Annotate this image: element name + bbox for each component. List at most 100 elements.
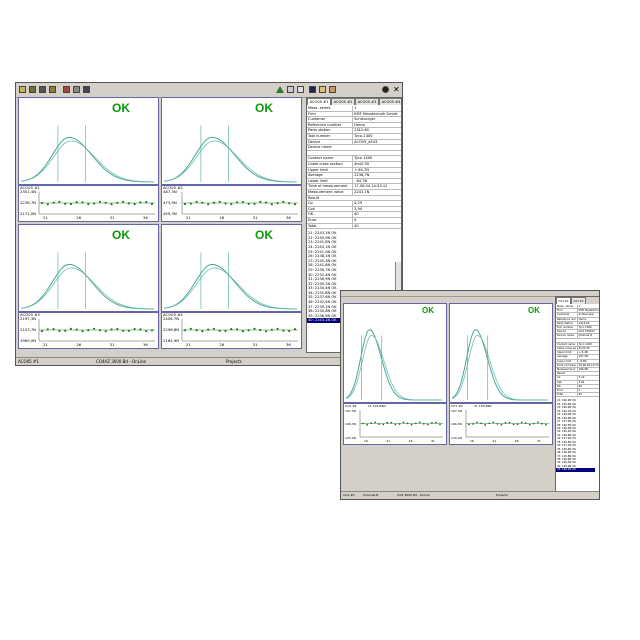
open-icon[interactable] [19,86,26,93]
trend-point [293,203,297,206]
trend-point [282,200,285,203]
trend-point [422,423,425,425]
trend-point [288,202,291,205]
trend-chart [181,319,298,342]
trend-point [110,328,113,331]
save-icon[interactable] [29,86,36,93]
lock-icon[interactable] [287,86,294,93]
trend-point [532,422,535,425]
status-projects: Projects [496,493,508,497]
trend-point [189,327,192,330]
trend-point [116,327,119,331]
trend-point [253,327,256,330]
trend-panel[interactable]: ACO05 #1 2301,4N 2236,7N 2172,0N 21 26 31 36 [18,185,159,222]
distribution-chart [345,328,442,401]
list-item[interactable]: 41: 196,2N OK [556,468,595,472]
close-icon[interactable]: ✕ [393,86,400,94]
property-key: Total [557,393,564,397]
trend-point [218,200,221,203]
distribution-curve-upper [20,136,155,183]
trend-panel[interactable]: ACO05 #4 2406,7N 2296,8N 2184,9N 21 26 31 36 [161,312,302,349]
trend-point [288,329,291,333]
status-connection: CO4AZ 3600 Bd - OnLine [96,359,146,364]
trend-point [545,423,547,426]
trend-point [270,328,273,331]
trend-point [150,329,154,332]
trend-point [110,203,113,206]
disk-icon[interactable] [309,86,316,93]
status-projects: Projects [226,359,242,364]
trend-panel[interactable]: CO1 #2 21 196,89N 197,3N 196,3N 176,3N 16 21 26… [449,403,553,445]
distribution-curve-upper [20,263,155,310]
trend-point [394,423,397,426]
info-panel: CO1 #1 CO1 #2 Meas. series 1 Firm KMF Messte… [555,296,599,492]
device-tab[interactable]: ACO05 #4 [379,98,401,105]
distribution-curve-upper [451,328,548,401]
trend-point [230,203,233,206]
device-tab[interactable]: ACO05 #3 [355,98,379,105]
trend-point [183,202,187,206]
trend-chart [465,410,549,438]
trend-point [524,422,527,424]
device-tab[interactable]: ACO05 #1 [307,98,331,105]
trend-panel[interactable]: ACO05 #3 2197,3N 2103,7N 1969,0N 21 26 31 36 [18,312,159,349]
chart-panel[interactable]: OK [161,97,302,185]
trend-panel[interactable]: CO1 #1 21 194,84N 197,3N 196,3N 195,3N 16 21 26… [343,403,447,445]
connect-icon[interactable] [63,86,70,93]
home-icon[interactable] [297,86,304,93]
trend-point [81,201,84,204]
trend-point [496,423,499,425]
chart-panel[interactable]: OK [18,224,159,312]
trend-point [374,421,377,424]
trend-point [516,423,519,426]
trend-point [145,330,148,333]
property-value: 40 [352,223,359,230]
trend-point [265,201,268,204]
chart-panel[interactable]: OK [343,303,447,403]
distribution-chart [163,125,298,183]
property-row: Total 26 [556,393,599,398]
toolbar: ✕ [16,83,402,98]
grid-icon[interactable] [39,86,46,93]
trend-point [520,421,523,424]
trend-point [212,201,215,204]
trend-point [398,423,401,425]
print-icon[interactable] [83,86,90,93]
export-icon[interactable] [49,86,56,93]
trend-point [40,201,44,205]
device-tab[interactable]: CO1 #2 [571,297,586,304]
trend-point [512,423,515,426]
trend-point [87,202,90,206]
arrow-down-icon[interactable] [382,86,389,93]
edit-icon[interactable] [329,86,336,93]
trend-point [236,201,239,204]
device-tab[interactable]: CO1 #1 [556,297,571,304]
trend-point [207,328,210,331]
settings-icon[interactable] [73,86,80,93]
trend-point [183,329,187,332]
chart-panel[interactable]: OK [161,224,302,312]
distribution-curve-lower [345,334,442,401]
chart-panel[interactable]: OK [18,97,159,185]
trend-panel[interactable]: ACO05 #2 487,3N 473,9N 459,3N 21 26 31 36 [161,185,302,222]
trend-chart [181,192,298,215]
chart-panel[interactable]: OK [449,303,553,403]
trend-point [75,201,78,204]
trend-point [150,202,154,205]
device-tab[interactable]: ACO05 #2 [331,98,355,105]
triangle-icon[interactable] [276,86,284,93]
trend-point [40,330,44,333]
trend-point [122,200,125,203]
trend-point [537,421,539,424]
trend-point [75,328,78,331]
distribution-chart [20,252,155,310]
folder-icon[interactable] [319,86,326,93]
trend-point [133,203,136,206]
trend-point [282,329,285,332]
trend-point [69,202,72,206]
trend-point [127,202,130,205]
distribution-curve-upper [163,136,298,183]
ok-status: OK [112,228,130,242]
trend-point [189,202,192,205]
status-channel: Channel B [363,493,379,497]
